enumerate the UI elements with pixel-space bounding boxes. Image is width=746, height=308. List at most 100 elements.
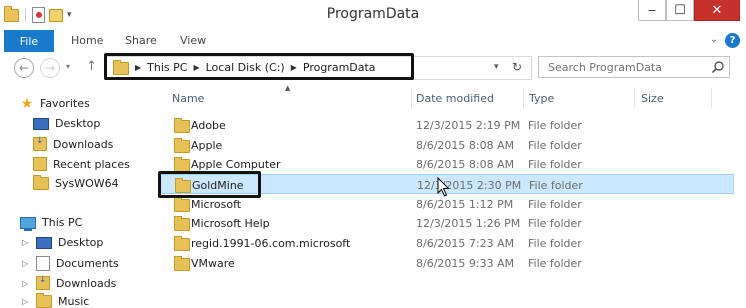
ribbon-tab-bar: [0, 30, 746, 53]
recent-locations-dropdown-icon[interactable]: ▾: [66, 62, 70, 71]
folder-icon: [174, 256, 190, 271]
file-type: File folder: [528, 217, 582, 230]
folder-icon: [174, 138, 190, 153]
folder-icon: [174, 197, 190, 212]
tab-share[interactable]: Share: [125, 34, 157, 47]
expand-icon[interactable]: ▷: [22, 279, 30, 288]
back-button[interactable]: ←: [14, 58, 34, 78]
nav-thispc-downloads[interactable]: ▷ Downloads: [22, 275, 117, 290]
maximize-button[interactable]: ☐: [666, 0, 694, 21]
folder-icon: [174, 216, 190, 231]
file-date-modified: 12/3/2015 2:19 PM: [416, 119, 521, 132]
address-bar-highlight-box: [104, 53, 414, 80]
file-type: File folder: [528, 237, 582, 250]
nav-this-pc-label: This PC: [42, 216, 83, 229]
column-divider[interactable]: [523, 88, 524, 108]
file-name: regid.1991-06.com.microsoft: [191, 237, 351, 250]
goldmine-highlight-box: [158, 171, 261, 198]
column-divider[interactable]: [634, 88, 635, 108]
file-type: File folder: [529, 179, 583, 192]
downloads-icon: [36, 275, 50, 290]
file-date-modified: 8/6/2015 1:12 PM: [416, 198, 514, 211]
nav-item-label: SysWOW64: [55, 177, 119, 190]
nav-thispc-desktop[interactable]: ▷ Desktop: [22, 236, 103, 249]
nav-item-label: Downloads: [56, 276, 117, 290]
file-name: Adobe: [191, 119, 226, 132]
sort-ascending-icon: ▲: [285, 84, 291, 92]
nav-item-label: Downloads: [53, 137, 114, 151]
file-type: File folder: [528, 257, 582, 270]
up-arrow-icon: ↑: [86, 59, 97, 74]
column-header-date-modified[interactable]: Date modified: [416, 92, 494, 105]
nav-thispc-documents[interactable]: ▷ Documents: [22, 256, 119, 271]
file-date-modified: 8/6/2015 7:23 AM: [416, 237, 515, 250]
search-input[interactable]: [548, 61, 708, 74]
refresh-icon[interactable]: ↻: [512, 60, 522, 74]
file-date-modified: 8/6/2015 8:08 AM: [416, 139, 515, 152]
nav-favorites-syswow64[interactable]: SysWOW64: [33, 175, 119, 190]
tab-home[interactable]: Home: [71, 34, 103, 47]
nav-favorites-label: Favorites: [40, 97, 90, 110]
file-name: Microsoft: [191, 198, 242, 211]
tab-file[interactable]: File: [4, 30, 54, 52]
folder-icon: [174, 236, 190, 251]
file-date-modified: 12/3/2015 2:30 PM: [417, 179, 522, 192]
folder-icon: [33, 175, 49, 190]
nav-this-pc[interactable]: This PC: [6, 216, 83, 231]
nav-favorites-downloads[interactable]: Downloads: [33, 136, 114, 151]
column-header-type[interactable]: Type: [529, 92, 554, 105]
tab-view[interactable]: View: [180, 34, 206, 47]
file-type: File folder: [528, 139, 582, 152]
file-date-modified: 8/6/2015 9:33 AM: [416, 257, 515, 270]
expand-icon[interactable]: ▷: [22, 259, 30, 268]
window-title: ProgramData: [326, 6, 420, 22]
minimize-button[interactable]: ‒: [638, 0, 666, 21]
file-type: File folder: [528, 119, 582, 132]
documents-icon: [36, 256, 50, 271]
forward-button[interactable]: →: [40, 58, 60, 78]
navigation-pane: ★ Favorites Desktop Downloads Recent pla…: [0, 86, 155, 308]
file-date-modified: 8/6/2015 8:08 AM: [416, 158, 515, 171]
nav-item-label: Desktop: [58, 236, 104, 249]
column-header-size[interactable]: Size: [641, 92, 664, 105]
file-row-regid[interactable]: regid.1991-06.com.microsoft 8/6/2015 7:2…: [160, 233, 734, 253]
nav-favorites-desktop[interactable]: Desktop: [33, 117, 100, 130]
close-button[interactable]: ✕: [694, 0, 740, 21]
nav-item-label: Documents: [56, 257, 119, 270]
nav-favorites[interactable]: ★ Favorites: [6, 95, 90, 112]
column-header-name[interactable]: Name: [172, 92, 204, 105]
file-name: Apple: [191, 139, 223, 152]
file-type: File folder: [528, 198, 582, 211]
forward-arrow-icon: →: [44, 61, 56, 75]
column-divider[interactable]: [411, 88, 412, 108]
downloads-icon: [33, 136, 47, 151]
star-icon: ★: [20, 95, 34, 112]
window-controls: ‒ ☐ ✕: [638, 0, 740, 21]
file-name: VMware: [191, 257, 235, 270]
back-arrow-icon: ←: [18, 61, 30, 75]
file-row-microsoft-help[interactable]: Microsoft Help 12/3/2015 1:26 PM File fo…: [160, 213, 734, 233]
expand-ribbon-chevron-icon[interactable]: ⌄: [710, 34, 718, 45]
help-button[interactable]: ?: [725, 33, 740, 48]
address-history-dropdown-icon[interactable]: ▾: [494, 62, 499, 72]
file-row-vmware[interactable]: VMware 8/6/2015 9:33 AM File folder: [160, 253, 734, 273]
nav-favorites-recent-places[interactable]: Recent places: [33, 157, 130, 171]
folder-icon: [174, 118, 190, 133]
file-type: File folder: [528, 158, 582, 171]
file-row-apple[interactable]: Apple 8/6/2015 8:08 AM File folder: [160, 135, 734, 155]
expand-icon[interactable]: ▷: [22, 238, 30, 247]
recent-places-icon: [33, 157, 47, 171]
up-button[interactable]: ↑: [86, 59, 97, 74]
file-row-adobe[interactable]: Adobe 12/3/2015 2:19 PM File folder: [160, 115, 734, 135]
computer-icon: [20, 216, 36, 231]
mouse-cursor-icon: [437, 177, 450, 197]
file-name: Apple Computer: [191, 158, 281, 171]
file-name: Microsoft Help: [191, 217, 270, 230]
file-date-modified: 12/3/2015 1:26 PM: [416, 217, 521, 230]
nav-item-label: Recent places: [53, 157, 130, 171]
column-divider[interactable]: [711, 88, 712, 108]
desktop-icon: [36, 236, 52, 249]
search-icon[interactable]: [710, 59, 726, 75]
nav-item-label: Desktop: [55, 117, 101, 130]
desktop-icon: [33, 117, 49, 130]
